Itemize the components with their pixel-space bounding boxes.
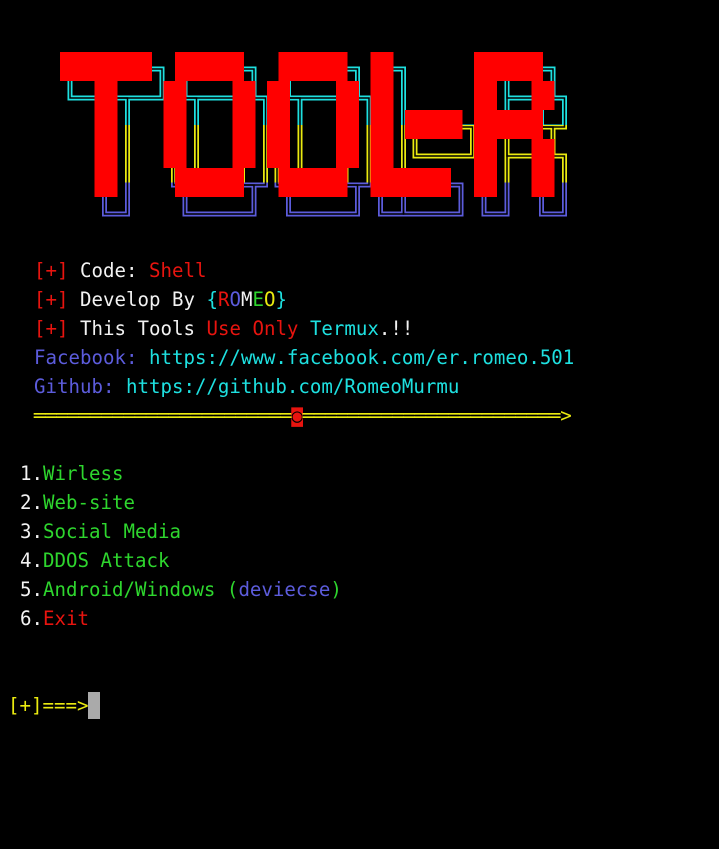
separator: ═══════════════════════◙════════════════… [34, 401, 572, 430]
tools-text: This Tools [80, 317, 195, 340]
logo-block [94, 81, 118, 197]
logo-block [278, 168, 348, 197]
prompt-text: [+]===> [8, 694, 89, 717]
logo-block [474, 52, 497, 197]
cursor[interactable] [88, 691, 101, 719]
logo-block [232, 81, 256, 168]
menu-number: 3. [20, 520, 43, 543]
logo-block [370, 52, 394, 197]
menu-label: Wirless [43, 462, 124, 485]
logo-block [393, 168, 451, 197]
brace: { [206, 288, 218, 311]
separator-arrow: > [560, 404, 572, 427]
logo-block [336, 81, 359, 168]
menu-item-android-windows[interactable]: 5.Android/Windows (deviecse) [20, 575, 342, 604]
logo-block [405, 110, 463, 139]
logo-block [531, 81, 555, 110]
facebook-url[interactable]: https://www.facebook.com/er.romeo.501 [149, 346, 574, 369]
logo-block [163, 81, 187, 168]
author-letter: O [263, 288, 276, 311]
menu-number: 5. [20, 578, 43, 601]
bullet: [+] [34, 288, 69, 311]
menu-item-website[interactable]: 2.Web-site [20, 488, 135, 517]
code-label: Code: [80, 259, 138, 282]
menu-number: 6. [20, 607, 43, 630]
logo-block [497, 110, 543, 139]
github-line: Github: https://github.com/RomeoMurmu [34, 372, 459, 401]
info-code-line: [+] Code: Shell [34, 256, 206, 285]
bullet: [+] [34, 317, 69, 340]
author-letter: M [240, 288, 253, 311]
author-letter: E [252, 288, 264, 311]
logo-block [175, 52, 244, 81]
tool-r-logo [60, 52, 567, 217]
brace: } [275, 288, 287, 311]
menu-item-ddos[interactable]: 4.DDOS Attack [20, 546, 169, 575]
github-url[interactable]: https://github.com/RomeoMurmu [126, 375, 459, 398]
paren: ( [215, 578, 239, 601]
logo-block [60, 52, 152, 81]
menu-label: DDOS Attack [43, 549, 170, 572]
logo-block [175, 168, 244, 197]
develop-label: Develop By [80, 288, 195, 311]
code-value: Shell [148, 259, 207, 282]
separator-marker-icon: ◙ [291, 404, 304, 427]
github-label: Github: [34, 375, 115, 398]
logo-block [497, 52, 543, 81]
logo-block [531, 139, 555, 197]
facebook-line: Facebook: https://www.facebook.com/er.ro… [34, 343, 574, 372]
logo-block [267, 81, 290, 168]
menu-label: Exit [43, 607, 89, 630]
separator-right: ═══════════════════════ [302, 404, 561, 427]
logo-block [278, 52, 348, 81]
input-prompt[interactable]: [+]===> [8, 691, 101, 720]
exclaim: .!! [378, 317, 414, 340]
menu-number: 4. [20, 549, 43, 572]
separator-left: ═══════════════════════ [34, 404, 292, 427]
author-letter: R [217, 288, 230, 311]
menu-label: Web-site [43, 491, 135, 514]
menu-label: Social Media [43, 520, 181, 543]
menu-item-wirless[interactable]: 1.Wirless [20, 459, 123, 488]
menu-number: 2. [20, 491, 43, 514]
info-develop-line: [+] Develop By {ROMEO} [34, 285, 287, 314]
menu-note: deviecse [238, 578, 331, 601]
paren: ) [330, 578, 342, 601]
termux-text: Termux [309, 317, 379, 340]
logo-blocks [60, 52, 555, 197]
bullet: [+] [34, 259, 69, 282]
menu-item-exit[interactable]: 6.Exit [20, 604, 89, 633]
use-only-text: Use Only [206, 317, 299, 340]
author-letter: O [229, 288, 241, 311]
info-tools-line: [+] This Tools Use Only Termux.!! [34, 314, 413, 343]
menu-label: Android/Windows [43, 578, 216, 601]
facebook-label: Facebook: [34, 346, 138, 369]
menu-item-social-media[interactable]: 3.Social Media [20, 517, 181, 546]
menu-number: 1. [20, 462, 43, 485]
